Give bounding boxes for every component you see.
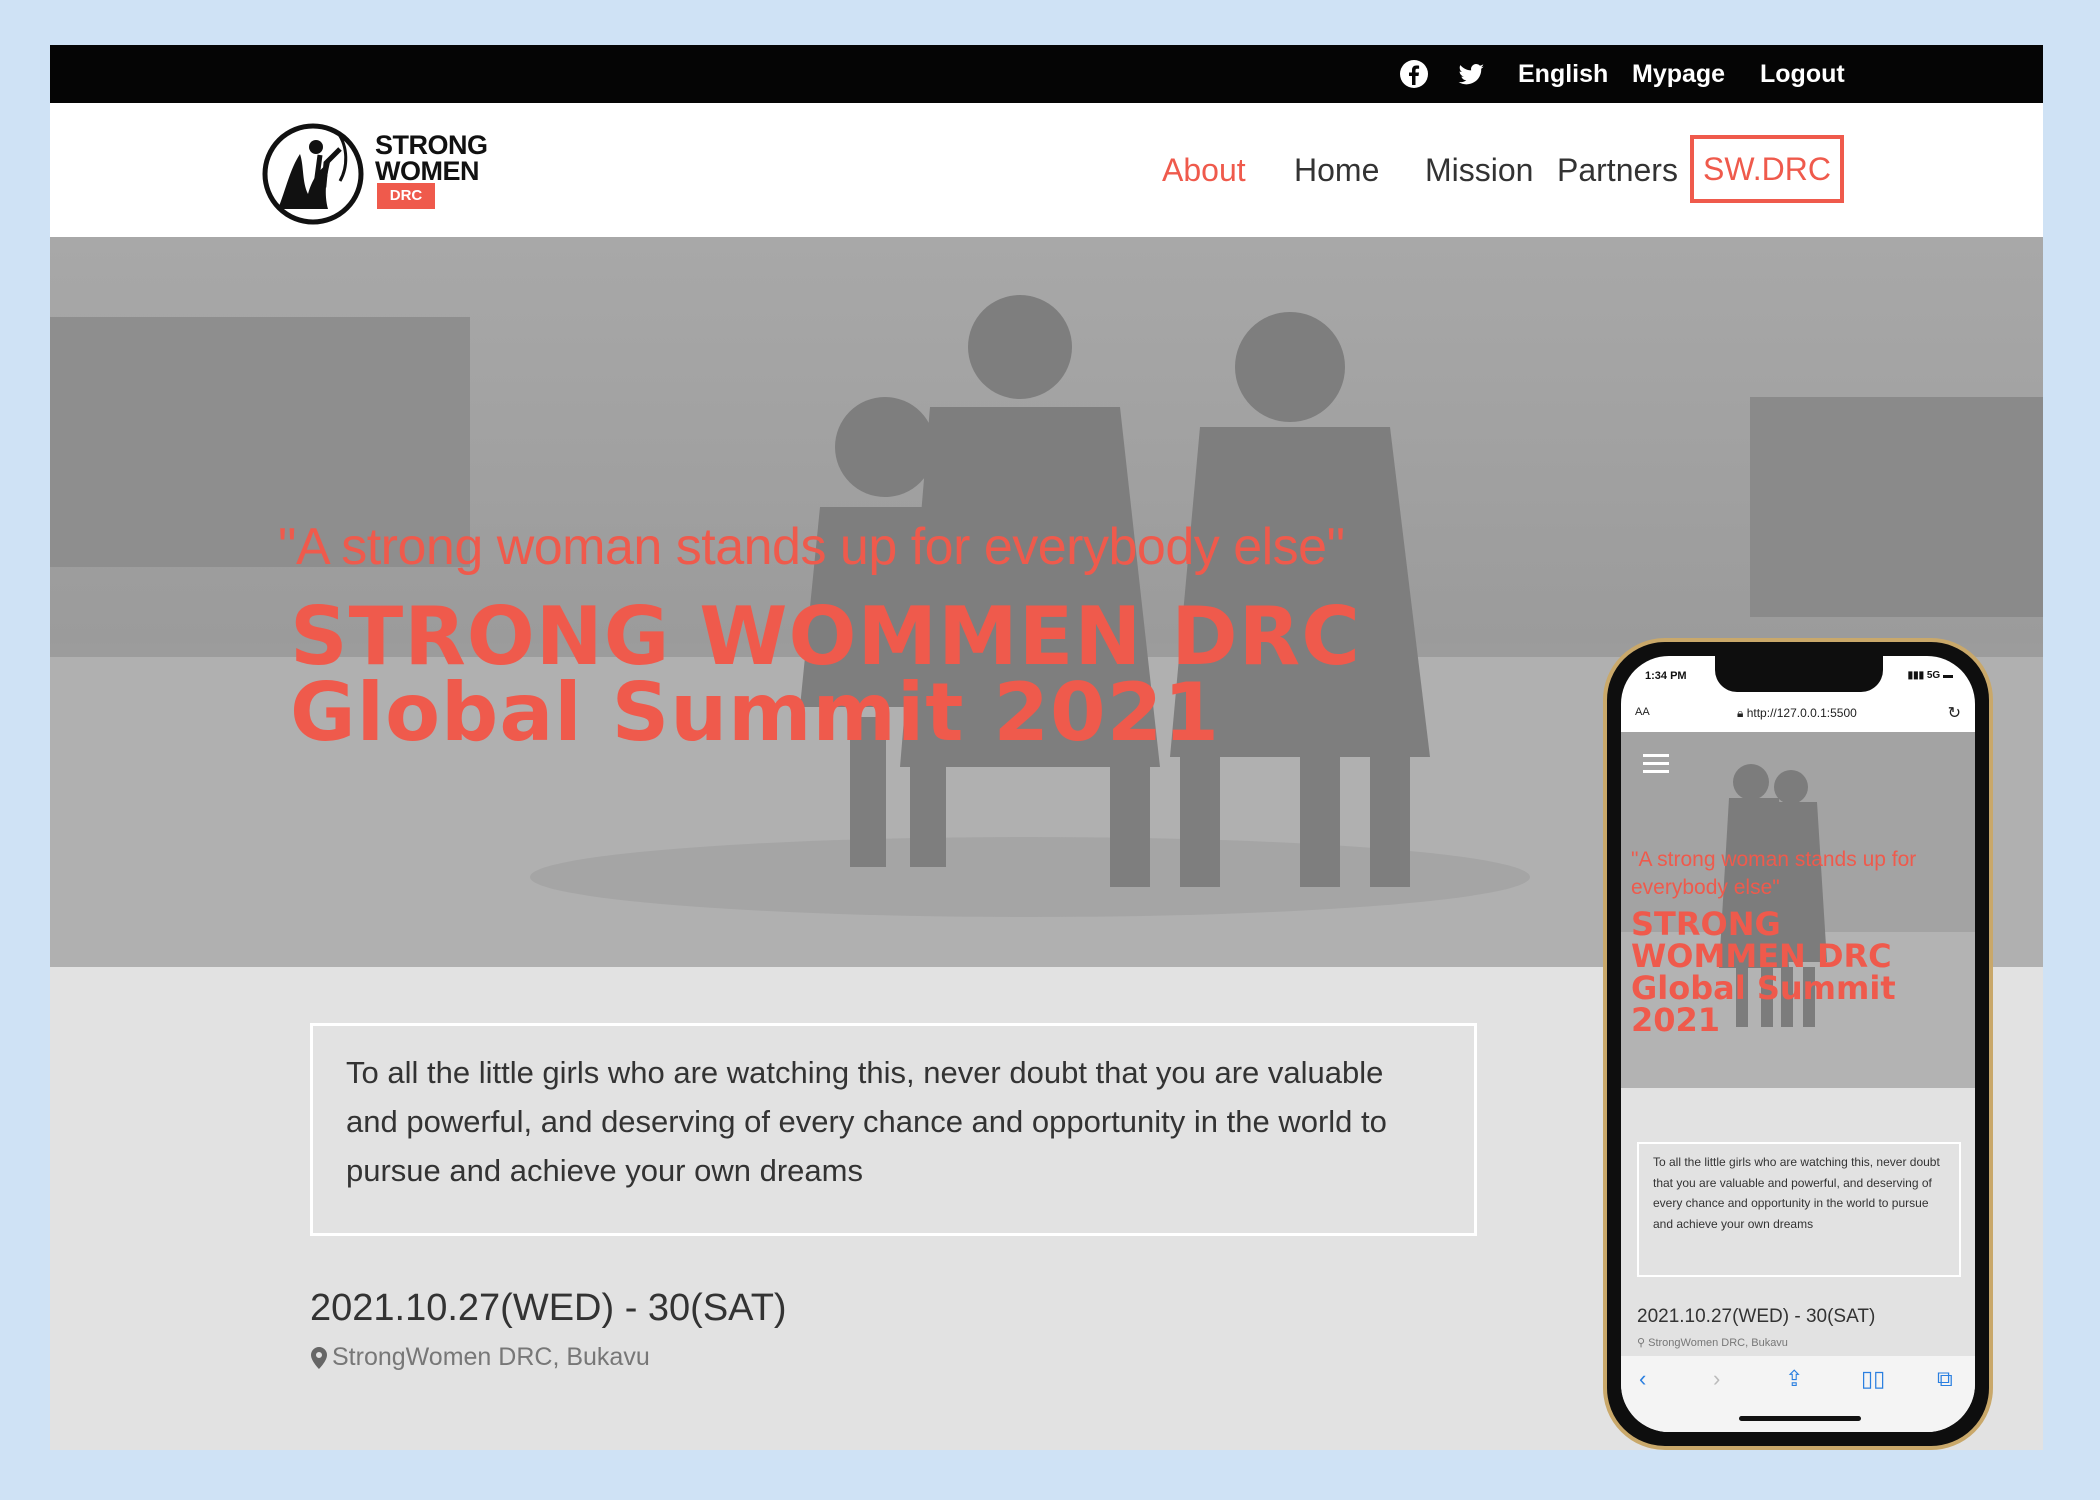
twitter-icon[interactable] (1455, 58, 1487, 90)
hamburger-menu-icon[interactable] (1643, 754, 1669, 774)
hero-quote: "A strong woman stands up for everybody … (278, 518, 1345, 576)
hero-title-line-1: STRONG WOMMEN DRC (290, 590, 1361, 683)
logo-line-2: WOMEN (375, 156, 479, 186)
nav-home[interactable]: Home (1294, 103, 1379, 237)
facebook-icon[interactable] (1398, 58, 1430, 90)
logo-wordmark[interactable]: STRONG WOMEN (375, 130, 488, 186)
home-indicator (1739, 1416, 1861, 1421)
nav-partners[interactable]: Partners (1557, 103, 1678, 237)
phone-hero-quote: "A strong woman stands up for everybody … (1631, 848, 1917, 899)
text-size-button[interactable]: AA (1635, 706, 1650, 718)
map-pin-icon: ⚲ (1637, 1337, 1646, 1349)
phone-event-location-text: StrongWomen DRC, Bukavu (1648, 1337, 1788, 1349)
phone-notch (1715, 656, 1883, 692)
intro-quote-box: To all the little girls who are watching… (310, 1023, 1477, 1236)
logo-badge: DRC (377, 183, 435, 209)
network-label: 5G (1926, 670, 1941, 681)
reload-icon[interactable]: ↻ (1948, 703, 1961, 723)
phone-intro-section: To all the little girls who are watching… (1621, 1088, 1975, 1356)
main-header: STRONG WOMEN DRC About Home Mission Part… (50, 103, 2043, 237)
language-link[interactable]: English (1518, 45, 1608, 103)
share-icon[interactable]: ⇪ (1785, 1366, 1803, 1392)
phone-hero-title: STRONG WOMMEN DRC Global Summit 2021 (1631, 905, 1896, 1039)
event-location: StrongWomen DRC, Bukavu (310, 1343, 650, 1372)
mypage-link[interactable]: Mypage (1632, 45, 1725, 103)
phone-mockup: 1:34 PM ▮▮▮ 5G ▬ AA 🔒︎ http://127.0.0.1:… (1603, 638, 1993, 1450)
signal-icon: ▮▮▮ (1907, 670, 1927, 681)
event-date: 2021.10.27(WED) - 30(SAT) (310, 1287, 787, 1329)
bookmarks-icon[interactable]: ▯▯ (1861, 1366, 1885, 1392)
phone-url[interactable]: 🔒︎ http://127.0.0.1:5500 (1737, 706, 1857, 721)
phone-intro-box: To all the little girls who are watching… (1637, 1142, 1961, 1277)
phone-event-location: ⚲ StrongWomen DRC, Bukavu (1637, 1336, 1788, 1349)
phone-address-bar[interactable]: AA 🔒︎ http://127.0.0.1:5500 ↻ (1621, 700, 1975, 730)
phone-url-text: http://127.0.0.1:5500 (1746, 706, 1857, 720)
logo-line-1: STRONG (375, 130, 488, 160)
forward-icon[interactable]: › (1713, 1366, 1720, 1392)
phone-hero: "A strong woman stands up for everybody … (1621, 732, 1975, 1088)
logo-emblem[interactable] (258, 119, 368, 229)
battery-icon: ▬ (1940, 670, 1953, 681)
phone-time: 1:34 PM (1645, 670, 1687, 682)
phone-event-date: 2021.10.27(WED) - 30(SAT) (1637, 1306, 1876, 1327)
hero-title-line-2: Global Summit 2021 (290, 666, 1221, 759)
hero-title: STRONG WOMMEN DRC Global Summit 2021 (290, 590, 1361, 759)
event-location-text: StrongWomen DRC, Bukavu (332, 1343, 650, 1371)
phone-status: ▮▮▮ 5G ▬ (1908, 670, 1953, 681)
logout-link[interactable]: Logout (1760, 45, 1845, 103)
nav-mission[interactable]: Mission (1425, 103, 1533, 237)
back-icon[interactable]: ‹ (1639, 1366, 1646, 1392)
lock-icon: 🔒︎ (1737, 706, 1747, 720)
nav-swdrc[interactable]: SW.DRC (1690, 135, 1844, 203)
phone-screen: 1:34 PM ▮▮▮ 5G ▬ AA 🔒︎ http://127.0.0.1:… (1621, 656, 1975, 1432)
phone-browser-toolbar: ‹ › ⇪ ▯▯ ⧉ (1621, 1356, 1975, 1432)
nav-about[interactable]: About (1162, 103, 1246, 237)
tabs-icon[interactable]: ⧉ (1937, 1366, 1953, 1392)
top-bar: English Mypage Logout (50, 45, 2043, 103)
map-pin-icon (311, 1347, 327, 1370)
